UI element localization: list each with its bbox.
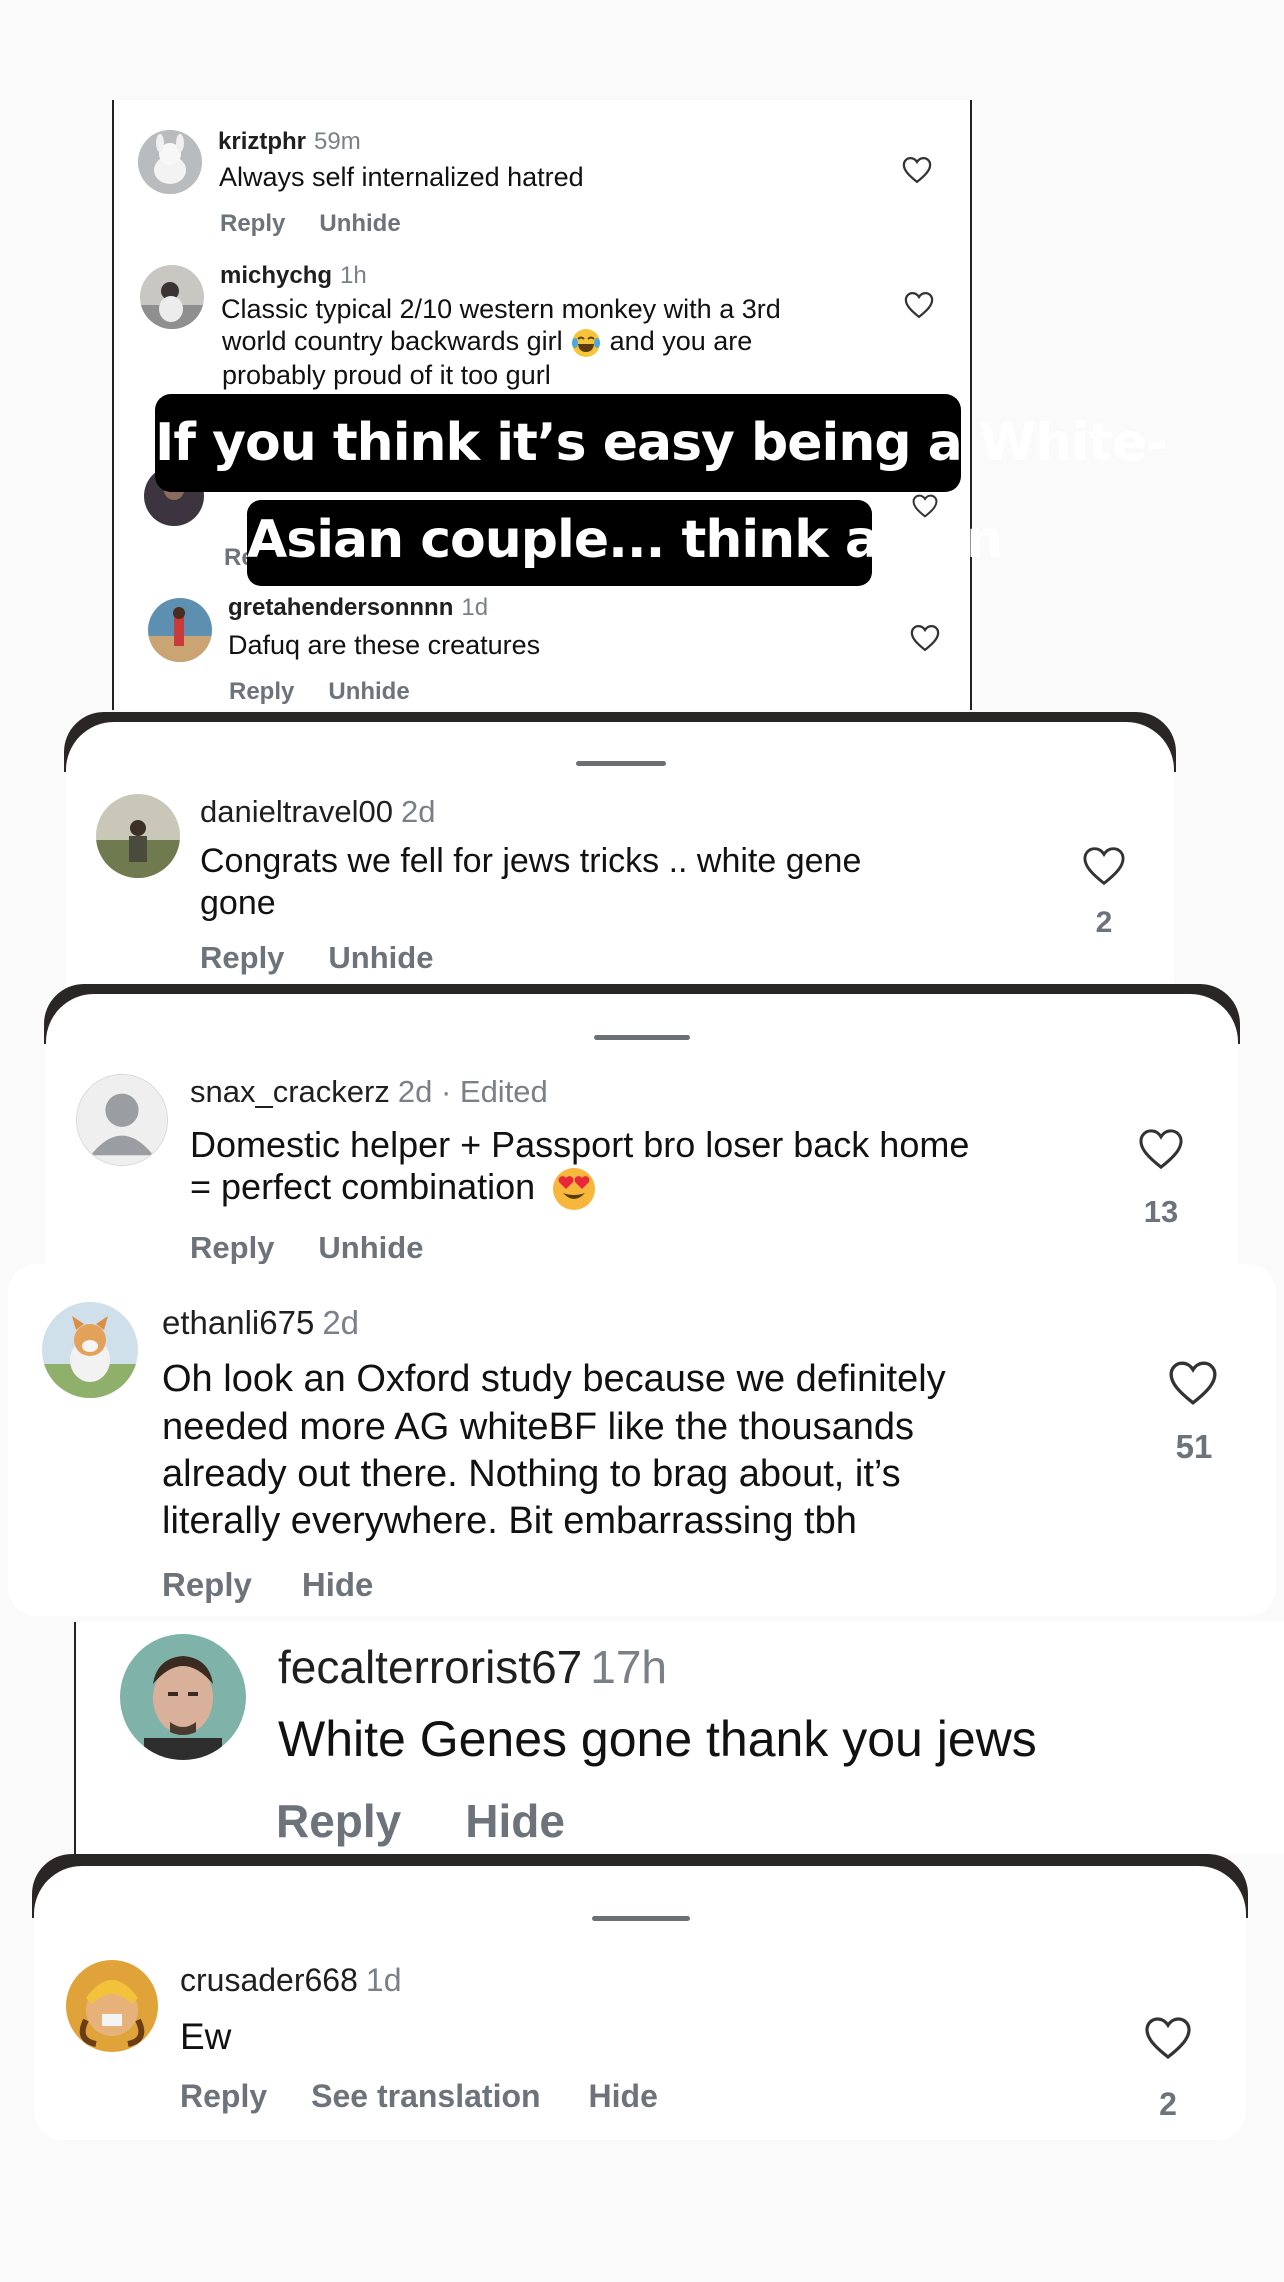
avatar-ethanli675[interactable] [42,1302,138,1398]
sheet-drag-handle[interactable] [576,761,666,766]
comment-actions: Reply Hide [162,1566,373,1604]
caption-line-1: If you think it’s easy being a White- [155,394,1168,492]
comment-meta: michychg 1h [220,262,367,290]
heart-eyes-emoji [551,1166,597,1212]
comment-text: Ew [180,2016,232,2057]
hide-button[interactable]: Hide [465,1794,565,1848]
comment-actions: Reply Unhide [190,1230,423,1266]
like-count: 13 [1143,1194,1179,1229]
comment-text-line: probably proud of it too gurl [222,360,551,390]
username[interactable]: ethanli675 [162,1304,314,1341]
comment-text-line: gone [200,884,276,922]
comment-text: Dafuq are these creatures [228,630,541,660]
caption-line-2: Asian couple... think again [247,500,1003,586]
avatar-crusader668[interactable] [66,1960,158,2052]
heart-outline-icon[interactable] [1082,846,1126,886]
comment-text-line: = perfect combination [190,1166,597,1212]
username[interactable]: michychg [220,262,332,289]
comment-text-line: already out there. Nothing to brag about… [162,1453,901,1495]
timestamp: 1d [365,1962,402,1998]
avatar-danieltravel00[interactable] [96,794,180,878]
heart-outline-icon[interactable] [1144,2016,1192,2060]
timestamp: 2d [322,1304,360,1341]
timestamp: 1d [461,594,489,621]
unhide-button[interactable]: Unhide [318,1230,423,1266]
username[interactable]: gretahendersonnnn [228,594,453,621]
comment-text-line: needed more AG whiteBF like the thousand… [162,1406,915,1448]
avatar-fecalterrorist67[interactable] [120,1634,246,1760]
comment-meta: snax_crackerz 2d · Edited [190,1074,548,1110]
reply-button[interactable]: Reply [162,1566,252,1604]
avatar-michychg[interactable] [140,265,204,329]
unhide-button[interactable]: Unhide [319,210,400,238]
comment-actions: Reply Hide [276,1794,565,1848]
timestamp: 2d [401,794,436,829]
username[interactable]: snax_crackerz [190,1074,390,1109]
username[interactable]: crusader668 [180,1962,358,1998]
comment-text-line: world country backwards girl and you are [222,326,752,359]
comment-meta: fecalterrorist67 17h [278,1640,667,1694]
avatar-gretahendersonnnn[interactable] [148,598,212,662]
comment-text: Always self internalized hatred [219,162,584,192]
heart-outline-icon[interactable] [904,291,934,319]
comment-text: White Genes gone thank you jews [278,1711,1037,1767]
timestamp: 59m [314,128,361,155]
unhide-button[interactable]: Unhide [328,678,409,706]
hide-button[interactable]: Hide [302,1566,374,1604]
comment-actions: Reply See translation Hide [180,2078,658,2115]
like-count: 2 [1159,2086,1177,2122]
timestamp: 17h [590,1641,667,1693]
default-avatar-icon[interactable] [76,1074,168,1166]
comment-meta: kriztphr 59m [218,128,361,156]
username[interactable]: kriztphr [218,128,306,155]
timestamp: 1h [340,262,367,289]
comment-meta: crusader668 1d [180,1962,401,1999]
comment-text-line: Domestic helper + Passport bro loser bac… [190,1124,970,1165]
hide-button[interactable]: Hide [589,2078,658,2115]
username[interactable]: fecalterrorist67 [278,1641,582,1693]
username[interactable]: danieltravel00 [200,794,393,829]
heart-outline-icon[interactable] [902,156,932,184]
reply-button[interactable]: Reply [220,210,285,238]
laughing-tears-emoji [570,327,602,359]
comment-meta: danieltravel00 2d [200,794,436,830]
reply-button[interactable]: Reply [180,2078,267,2115]
comment-meta: gretahendersonnnn 1d [228,594,488,622]
unhide-button[interactable]: Unhide [328,940,433,976]
comment-actions: Reply Unhide [229,678,410,706]
sheet-drag-handle[interactable] [594,1035,690,1040]
comment-text-line: literally everywhere. Bit embarrassing t… [162,1500,857,1542]
reply-button[interactable]: Reply [200,940,284,976]
like-count: 2 [1095,906,1113,939]
reply-button[interactable]: Reply [229,678,294,706]
sheet-drag-handle[interactable] [592,1916,690,1921]
reply-button[interactable]: Reply [276,1794,401,1848]
reply-button[interactable]: Reply [190,1230,274,1266]
heart-outline-icon[interactable] [910,624,940,652]
heart-outline-icon[interactable] [1168,1360,1218,1406]
comment-actions: Reply Unhide [220,210,401,238]
comment-text-line: Classic typical 2/10 western monkey with… [221,294,781,324]
see-translation-button[interactable]: See translation [311,2078,540,2115]
like-count: 51 [1175,1428,1213,1465]
avatar-kriztphr[interactable] [138,130,202,194]
comment-meta: ethanli675 2d [162,1304,359,1342]
comment-text-line: Congrats we fell for jews tricks .. whit… [200,842,862,880]
comment-text-line: Oh look an Oxford study because we defin… [162,1358,946,1400]
timestamp: 2d · Edited [397,1074,548,1109]
heart-outline-icon[interactable] [1138,1128,1184,1170]
comment-actions: Reply Unhide [200,940,433,976]
